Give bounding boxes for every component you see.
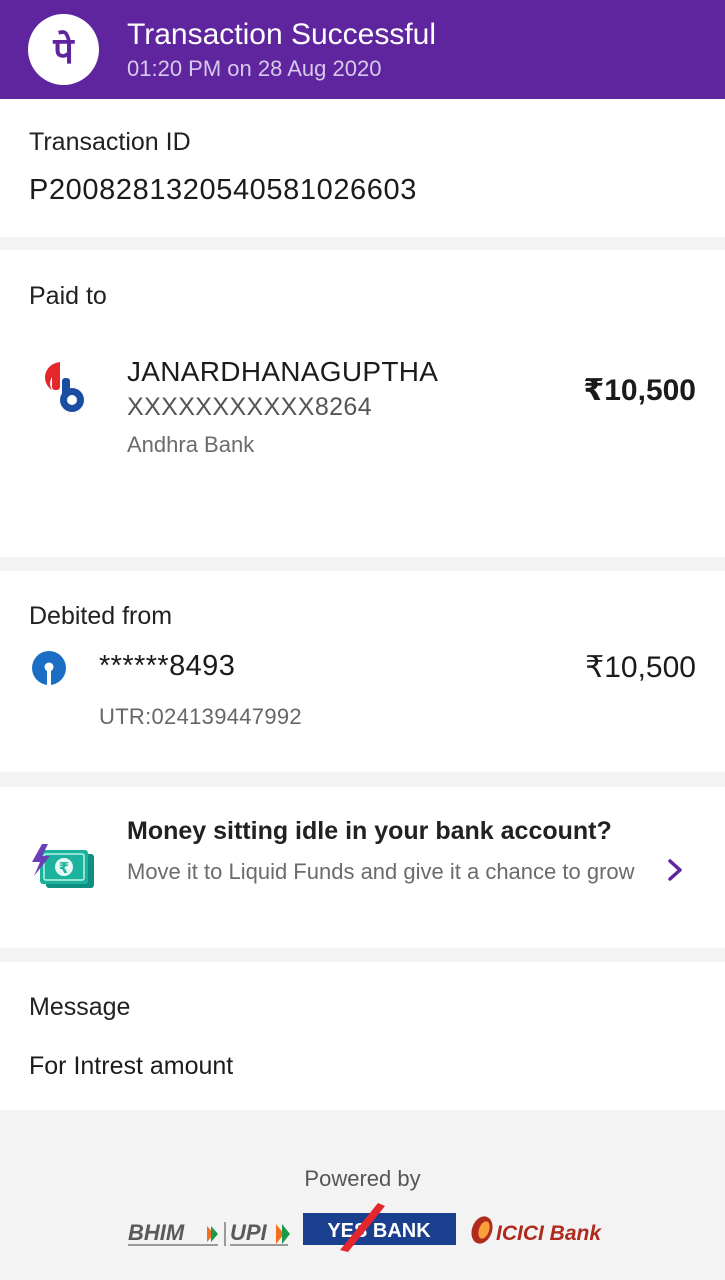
phonepe-logo: पे [28, 14, 99, 85]
phonepe-logo-icon: पे [52, 30, 75, 72]
header-datetime: 01:20 PM on 28 Aug 2020 [127, 56, 382, 81]
debit-account: ******8493 [99, 650, 236, 682]
svg-text:BHIM: BHIM [128, 1220, 185, 1245]
upi-logo-icon: UPI [230, 1220, 290, 1246]
sbi-bank-icon [32, 651, 66, 685]
liquid-funds-icon: ₹ [32, 844, 94, 888]
payee-name: JANARDHANAGUPTHA [127, 356, 439, 387]
svg-text:₹: ₹ [59, 859, 69, 877]
payee-account: XXXXXXXXXXX8264 [127, 393, 373, 421]
transaction-id-card: Transaction ID [0, 99, 725, 237]
andhra-bank-icon [45, 362, 84, 412]
svg-text:पे: पे [52, 30, 75, 72]
powered-by-label: Powered by [304, 1166, 421, 1191]
transaction-id-value[interactable]: P2008281320540581026603 [29, 174, 417, 207]
yes-bank-logo-icon: YES BANK [303, 1203, 456, 1252]
message-label: Message [29, 993, 131, 1021]
debited-from-label: Debited from [29, 602, 173, 630]
partner-logos: BHIM UPI YES BANK ICICI Bank [128, 1203, 602, 1252]
promo-title: Money sitting idle in your bank account? [127, 817, 612, 845]
promo-subtitle: Move it to Liquid Funds and give it a ch… [127, 859, 635, 884]
bhim-logo-icon: BHIM [128, 1220, 218, 1246]
icici-bank-logo-icon: ICICI Bank [471, 1216, 602, 1245]
svg-text:UPI: UPI [230, 1220, 268, 1245]
debited-amount: ₹10,500 [585, 651, 696, 684]
payee-bank: Andhra Bank [127, 432, 255, 457]
paid-to-label: Paid to [29, 282, 107, 310]
chevron-right-icon[interactable] [663, 855, 687, 885]
transaction-id-label: Transaction ID [29, 128, 191, 156]
svg-text:YES BANK: YES BANK [327, 1220, 431, 1242]
utr-number[interactable]: UTR:024139447992 [99, 704, 302, 730]
header-title: Transaction Successful [127, 18, 437, 51]
svg-text:ICICI Bank: ICICI Bank [496, 1222, 602, 1245]
transaction-header: पे Transaction Successful 01:20 PM on 28… [0, 0, 725, 99]
message-card: Message [0, 962, 725, 1110]
paid-amount: ₹10,500 [583, 374, 696, 407]
message-text: For Intrest amount [29, 1052, 234, 1080]
